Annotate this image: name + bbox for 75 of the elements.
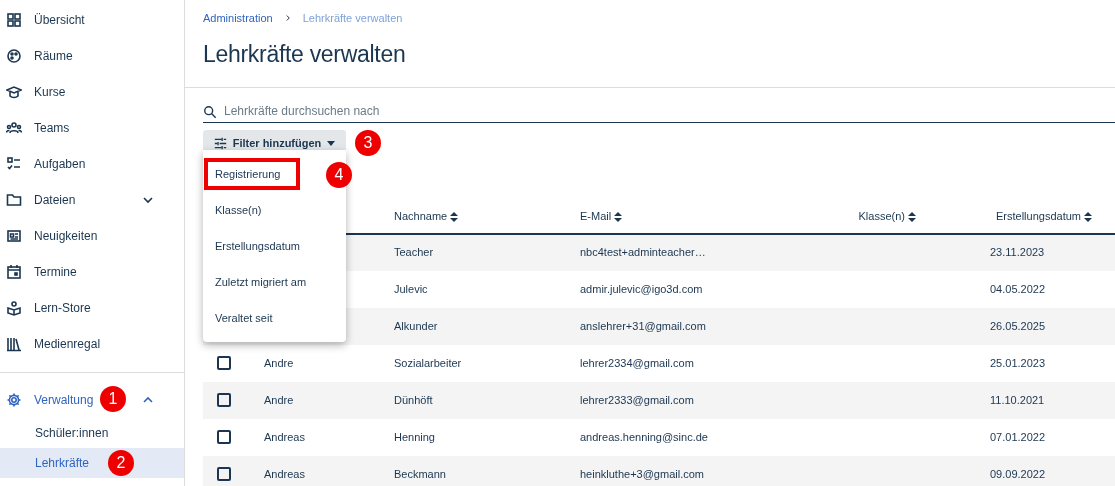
sidebar-item[interactable]: Kurse <box>0 74 184 110</box>
callout-badge: 4 <box>326 162 352 188</box>
row-checkbox[interactable] <box>217 393 231 407</box>
table-cell: lehrer2334@gmail.com <box>580 356 694 369</box>
sidebar-item[interactable]: Verwaltung 1 <box>0 382 184 418</box>
newspaper-icon <box>6 228 22 244</box>
folder-icon <box>6 192 22 208</box>
table-cell: Beckmann <box>394 467 446 480</box>
table-cell: 09.09.2022 <box>990 467 1046 480</box>
sliders-icon <box>213 137 227 150</box>
callout-badge: 1 <box>100 386 126 412</box>
row-checkbox[interactable] <box>217 356 231 370</box>
table-cell: Andreas <box>264 467 305 480</box>
books-icon <box>6 336 22 352</box>
table-cell: Sozialarbeiter <box>394 356 462 369</box>
sidebar-item[interactable]: Dateien <box>0 182 184 218</box>
table-cell: heinkluthe+3@gmail.com <box>580 467 704 480</box>
table-cell: Alkunder <box>394 319 438 332</box>
table-cell: anslehrer+31@gmail.com <box>580 319 706 332</box>
column-header[interactable]: Nachname <box>394 210 459 223</box>
table-cell: andreas.henning@sinc.de <box>580 430 708 443</box>
table-cell: Dünhöft <box>394 393 433 406</box>
calendar-icon <box>6 264 22 280</box>
menu-item[interactable]: Zuletzt migriert am <box>215 273 307 291</box>
palette-icon <box>6 48 22 64</box>
sidebar-subitem[interactable]: Schüler:innen <box>0 418 184 448</box>
table-cell: 04.05.2022 <box>990 282 1046 295</box>
column-header[interactable]: Erstellungsdatum <box>996 210 1092 223</box>
table-cell: Julevic <box>394 282 428 295</box>
sort-icon <box>1084 212 1092 223</box>
table-cell: Andre <box>264 356 294 369</box>
menu-item[interactable]: Erstellungsdatum <box>215 237 300 255</box>
book-person-icon <box>6 300 22 316</box>
sidebar-item[interactable]: Termine <box>0 254 184 290</box>
row-checkbox[interactable] <box>217 467 231 481</box>
graduation-cap-icon <box>6 84 22 100</box>
sidebar-item[interactable]: Räume <box>0 38 184 74</box>
sort-icon <box>450 212 459 223</box>
sort-icon <box>908 212 916 223</box>
sidebar-subitem[interactable]: Lehrkräfte 2 <box>0 448 184 478</box>
sidebar-item[interactable]: Teams <box>0 110 184 146</box>
sidebar-item[interactable]: Neuigkeiten <box>0 218 184 254</box>
table-cell: Henning <box>394 430 435 443</box>
grid-icon <box>6 12 22 28</box>
row-checkbox[interactable] <box>217 430 231 444</box>
search-icon <box>203 104 217 119</box>
sidebar-item[interactable]: Aufgaben <box>0 146 184 182</box>
table-cell: admir.julevic@igo3d.com <box>580 282 703 295</box>
breadcrumb-link[interactable]: Administration <box>203 10 273 27</box>
table-cell: 07.01.2022 <box>990 430 1046 443</box>
caret-icon <box>327 141 336 146</box>
table-cell: Andreas <box>264 430 305 443</box>
table-cell: lehrer2333@gmail.com <box>580 393 694 406</box>
callout-badge: 2 <box>108 450 134 476</box>
sidebar-item[interactable]: Lern-Store <box>0 290 184 326</box>
menu-item[interactable]: Klasse(n) <box>215 201 262 219</box>
column-header[interactable]: E-Mail <box>580 210 623 223</box>
page-title: Lehrkräfte verwalten <box>202 39 407 69</box>
column-header[interactable]: Klasse(n) <box>858 210 916 223</box>
search-field[interactable]: Lehrkräfte durchsuchen nach <box>203 100 1115 123</box>
table-cell: 26.05.2025 <box>990 319 1046 332</box>
sidebar-item[interactable]: Medienregal <box>0 326 184 362</box>
table-cell: Andre <box>264 393 294 406</box>
table-cell: nbc4test+adminteacher… <box>580 246 706 259</box>
sort-icon <box>614 212 623 223</box>
people-icon <box>6 120 22 136</box>
sidebar-item[interactable]: Übersicht <box>0 2 184 38</box>
checklist-icon <box>6 156 22 172</box>
callout-badge: 3 <box>355 129 381 156</box>
table-cell: 11.10.2021 <box>990 393 1045 406</box>
table-cell: 25.01.2023 <box>990 356 1046 369</box>
menu-item[interactable]: Veraltet seit <box>215 309 273 327</box>
table-cell: Teacher <box>394 246 434 259</box>
table-cell: 23.11.2023 <box>990 246 1045 259</box>
settings-icon <box>6 392 22 408</box>
